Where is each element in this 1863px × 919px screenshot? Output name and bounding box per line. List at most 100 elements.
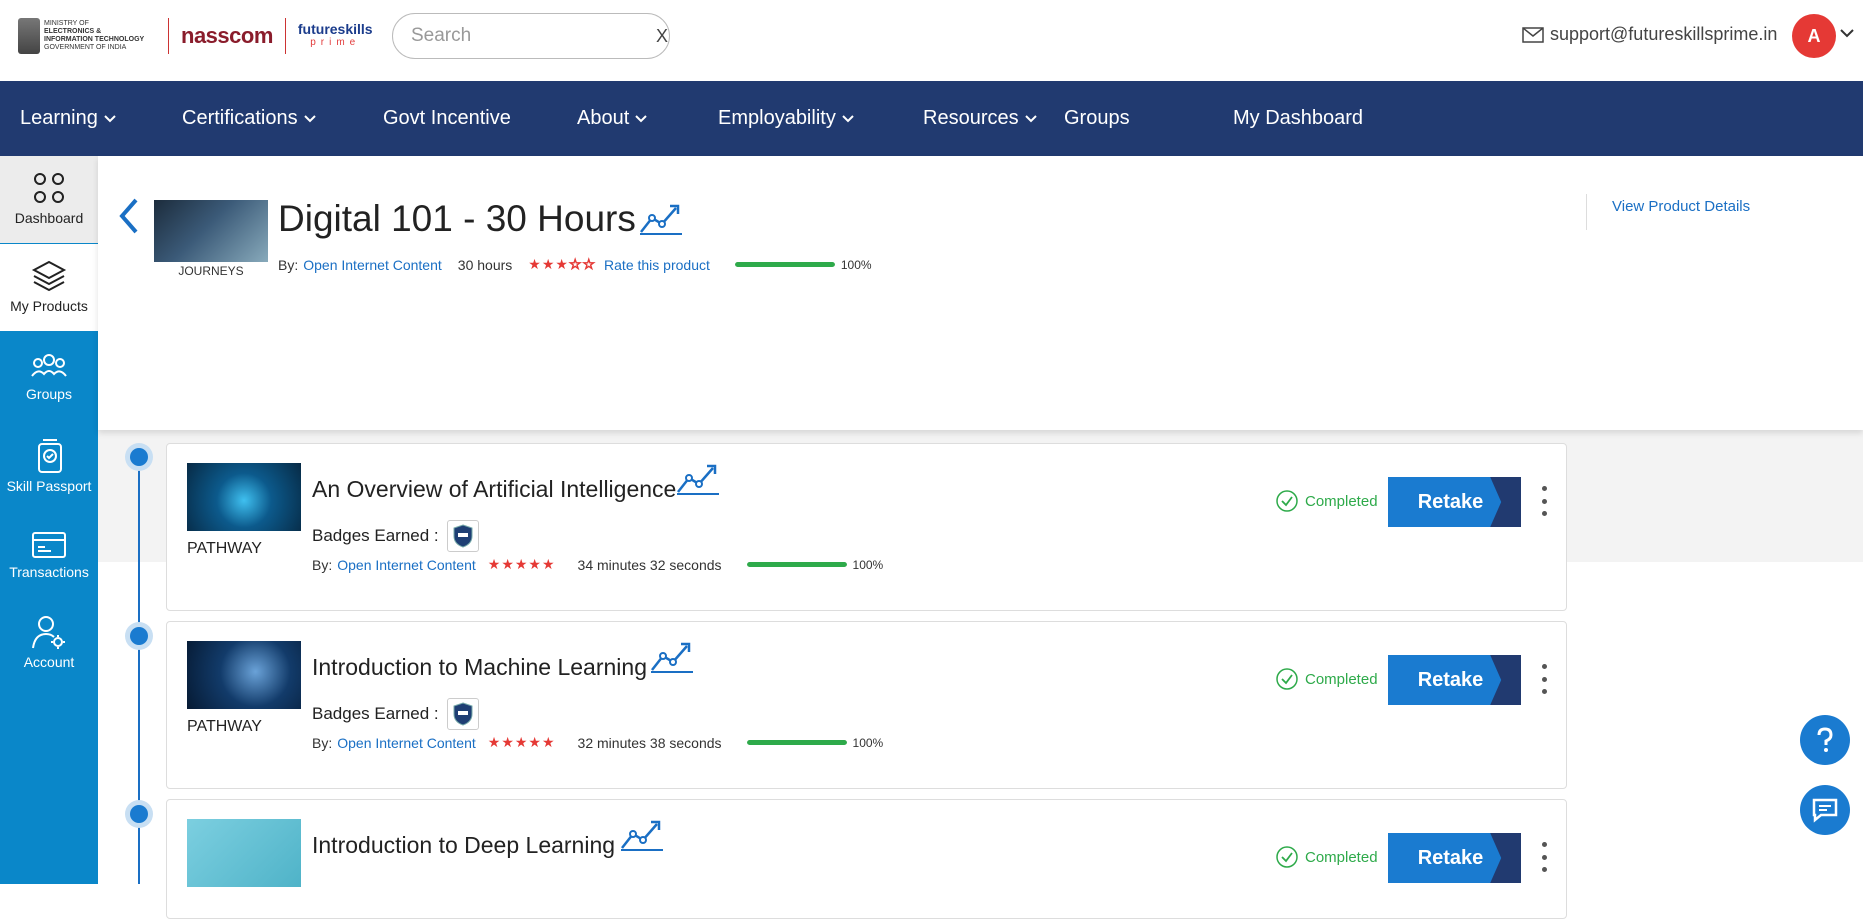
sidebar-item-account[interactable]: Account bbox=[0, 614, 98, 698]
back-arrow-icon[interactable] bbox=[118, 198, 140, 234]
chevron-down-icon[interactable] bbox=[1840, 28, 1854, 38]
provider-link[interactable]: Open Internet Content bbox=[303, 257, 442, 273]
progress-percent: 100% bbox=[840, 257, 872, 272]
sidebar-item-transactions[interactable]: Transactions bbox=[0, 530, 98, 610]
logo-divider bbox=[168, 18, 169, 54]
trend-chart-icon[interactable] bbox=[649, 640, 695, 674]
provider-link[interactable]: Open Internet Content bbox=[337, 735, 476, 751]
badges-label: Badges Earned : bbox=[312, 704, 439, 723]
check-circle-icon bbox=[1276, 490, 1298, 512]
nav-certifications[interactable]: Certifications bbox=[182, 81, 316, 156]
nav-groups-label: Groups bbox=[1064, 107, 1130, 129]
progress-percent: 100% bbox=[852, 557, 884, 572]
module-meta: By: Open Internet Content ★★★★★ 32 minut… bbox=[312, 734, 883, 751]
module-progress-bar bbox=[746, 562, 847, 567]
duration-text: 32 minutes 38 seconds bbox=[577, 734, 722, 751]
ministry-line-4: GOVERNMENT OF INDIA bbox=[44, 44, 127, 51]
sidebar-item-dashboard[interactable]: Dashboard bbox=[0, 156, 98, 244]
divider bbox=[1586, 194, 1587, 230]
module-card: PATHWAY An Overview of Artificial Intell… bbox=[166, 443, 1567, 611]
layers-icon bbox=[31, 260, 67, 292]
trend-chart-icon[interactable] bbox=[638, 202, 684, 236]
progress-percent: 100% bbox=[852, 735, 884, 750]
chevron-down-icon bbox=[842, 114, 854, 122]
trend-chart-icon[interactable] bbox=[675, 462, 721, 496]
chat-icon bbox=[1812, 798, 1838, 823]
logo-group[interactable]: MINISTRY OF ELECTRONICS & INFORMATION TE… bbox=[18, 16, 373, 56]
nav-learning[interactable]: Learning bbox=[20, 81, 116, 156]
help-button[interactable] bbox=[1800, 715, 1850, 765]
chevron-down-icon bbox=[1024, 114, 1037, 122]
module-card: Introduction to Deep Learning Completed … bbox=[166, 799, 1567, 919]
trend-chart-icon[interactable] bbox=[619, 818, 665, 852]
nav-learning-label: Learning bbox=[20, 107, 98, 129]
sidebar-item-label: My Products bbox=[10, 298, 88, 314]
chat-button[interactable] bbox=[1800, 785, 1850, 835]
sidebar-item-label: Account bbox=[23, 654, 75, 670]
futureskills-wordmark: futureskills bbox=[297, 21, 373, 37]
national-emblem-icon bbox=[18, 18, 40, 54]
status-text: Completed bbox=[1305, 848, 1378, 866]
sidebar-item-skill-passport[interactable]: Skill Passport bbox=[0, 438, 98, 522]
status-text: Completed bbox=[1305, 670, 1378, 688]
ministry-line-1: MINISTRY OF bbox=[44, 20, 89, 27]
support-email: support@futureskillsprime.in bbox=[1550, 24, 1778, 44]
retake-label: Retake bbox=[1417, 846, 1484, 869]
rating-stars: ★★★☆☆ bbox=[528, 256, 597, 273]
badge-shield-icon[interactable] bbox=[446, 520, 479, 552]
search-bar: X bbox=[392, 13, 670, 59]
search-clear-button[interactable]: X bbox=[656, 26, 668, 47]
more-options-icon[interactable] bbox=[1539, 664, 1549, 694]
sidebar-item-groups[interactable]: Groups bbox=[0, 352, 98, 432]
module-thumbnail bbox=[187, 819, 301, 887]
badge-shield-icon[interactable] bbox=[446, 698, 479, 730]
by-label: By: bbox=[278, 256, 299, 273]
main-navigation: Learning Certifications Govt Incentive A… bbox=[0, 81, 1863, 156]
futureskills-prime-logo: futureskills prime bbox=[297, 21, 373, 49]
retake-label: Retake bbox=[1417, 668, 1484, 691]
nav-govt-incentive[interactable]: Govt Incentive bbox=[383, 81, 511, 156]
module-title[interactable]: Introduction to Deep Learning bbox=[312, 832, 615, 859]
users-group-icon bbox=[31, 354, 67, 377]
nav-resources[interactable]: Resources bbox=[923, 81, 1037, 156]
chevron-down-icon bbox=[303, 114, 316, 122]
ministry-line-3: INFORMATION TECHNOLOGY bbox=[44, 36, 145, 43]
module-title[interactable]: Introduction to Machine Learning bbox=[312, 654, 647, 681]
avatar[interactable]: A bbox=[1792, 14, 1836, 58]
module-card: PATHWAY Introduction to Machine Learning… bbox=[166, 621, 1567, 789]
sidebar-item-label: Dashboard bbox=[14, 210, 84, 226]
mail-icon bbox=[1522, 26, 1544, 43]
nav-certifications-label: Certifications bbox=[182, 107, 298, 129]
timeline-dot bbox=[125, 622, 153, 650]
product-thumbnail bbox=[154, 200, 268, 262]
retake-button[interactable]: Retake bbox=[1388, 477, 1521, 527]
rate-product-link[interactable]: Rate this product bbox=[604, 257, 710, 273]
logo-divider bbox=[284, 18, 286, 54]
prime-wordmark: prime bbox=[310, 37, 361, 48]
sidebar-item-label: Transactions bbox=[9, 564, 89, 580]
provider-link[interactable]: Open Internet Content bbox=[337, 557, 476, 573]
nav-groups[interactable]: Groups bbox=[1064, 81, 1130, 156]
more-options-icon[interactable] bbox=[1539, 486, 1549, 516]
by-label: By: bbox=[312, 734, 333, 751]
nav-about[interactable]: About bbox=[577, 81, 647, 156]
view-product-details-link[interactable]: View Product Details bbox=[1612, 198, 1750, 215]
by-label: By: bbox=[312, 556, 333, 573]
sidebar-item-my-products[interactable]: My Products bbox=[0, 244, 98, 332]
timeline-dot bbox=[125, 443, 153, 471]
nav-employability[interactable]: Employability bbox=[718, 81, 854, 156]
passport-icon bbox=[38, 439, 62, 473]
product-progress-bar bbox=[734, 262, 835, 267]
more-options-icon[interactable] bbox=[1539, 842, 1549, 872]
search-input[interactable] bbox=[411, 25, 656, 47]
nav-about-label: About bbox=[577, 107, 630, 129]
product-type-label: JOURNEYS bbox=[178, 264, 244, 278]
module-title[interactable]: An Overview of Artificial Intelligence bbox=[312, 476, 676, 503]
nav-my-dashboard[interactable]: My Dashboard bbox=[1233, 81, 1363, 156]
dashboard-icon bbox=[34, 173, 64, 203]
retake-button[interactable]: Retake bbox=[1388, 655, 1521, 705]
status-text: Completed bbox=[1305, 492, 1378, 510]
support-contact[interactable]: support@futureskillsprime.in bbox=[1522, 24, 1777, 45]
status-badge: Completed bbox=[1275, 489, 1378, 513]
retake-button[interactable]: Retake bbox=[1388, 833, 1521, 883]
